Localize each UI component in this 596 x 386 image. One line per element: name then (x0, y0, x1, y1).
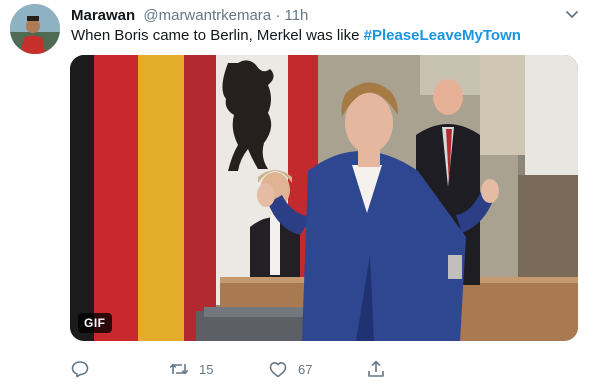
tweet-header: Marawan @marwantrkemara · 11h (71, 6, 308, 26)
tweet-text-plain: When Boris came to Berlin, Merkel was li… (71, 27, 364, 44)
heart-icon (268, 359, 288, 379)
user-handle[interactable]: @marwantrkemara (143, 7, 271, 24)
display-name[interactable]: Marawan (71, 7, 135, 24)
tweet[interactable]: Marawan @marwantrkemara · 11h When Boris… (0, 0, 596, 386)
retweet-button[interactable]: 15 (169, 358, 213, 380)
gif-frame-image (70, 55, 578, 341)
avatar[interactable] (10, 4, 60, 54)
hashtag-link[interactable]: #PleaseLeaveMyTown (364, 27, 521, 44)
reply-icon (70, 359, 90, 379)
reply-button[interactable] (70, 358, 90, 380)
gif-media[interactable]: GIF (70, 55, 578, 341)
more-options-button[interactable] (563, 6, 581, 24)
chevron-down-icon (566, 11, 578, 18)
tweet-actions: 15 67 (70, 358, 590, 380)
separator-dot: · (275, 7, 281, 24)
tweet-text: When Boris came to Berlin, Merkel was li… (71, 26, 521, 46)
share-button[interactable] (366, 358, 386, 380)
like-count: 67 (298, 361, 313, 377)
gif-badge: GIF (78, 313, 112, 333)
timestamp[interactable]: 11h (284, 7, 308, 24)
retweet-count: 15 (199, 361, 214, 377)
retweet-icon (169, 359, 189, 379)
like-button[interactable]: 67 (268, 358, 312, 380)
share-icon (366, 359, 386, 379)
